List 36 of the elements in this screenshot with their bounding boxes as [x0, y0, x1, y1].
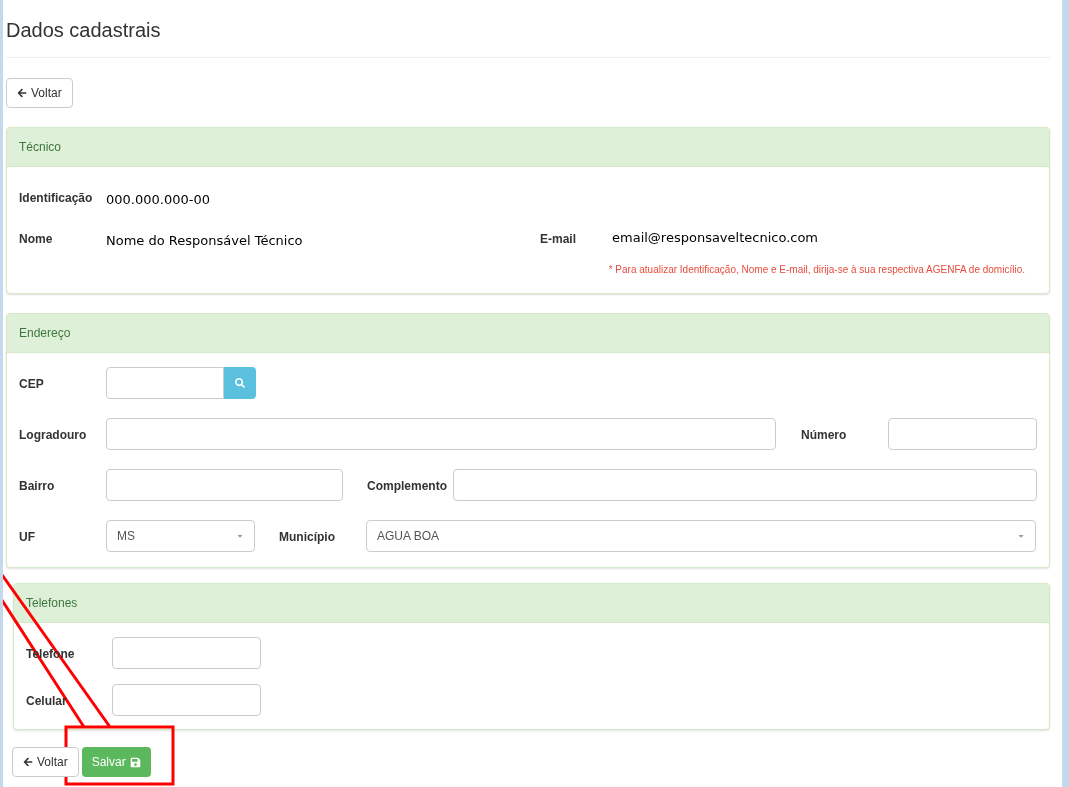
- field-value: Nome do Responsável Técnico: [106, 231, 304, 250]
- input-field[interactable]: [888, 418, 1037, 450]
- field-label: Nome: [19, 230, 54, 248]
- input-field[interactable]: [106, 469, 343, 501]
- panel-title: Técnico: [19, 139, 62, 156]
- back-button[interactable]: Voltar: [12, 747, 79, 777]
- field-label: Celular: [26, 693, 68, 710]
- field-label: Número: [801, 427, 848, 444]
- field-label: E-mail: [540, 230, 577, 248]
- back-button[interactable]: Voltar: [6, 78, 73, 108]
- field-value: 000.000.000-00: [106, 191, 210, 209]
- input-field[interactable]: [106, 418, 776, 450]
- page-title: Dados cadastrais: [6, 0, 1050, 58]
- search-button[interactable]: [224, 367, 256, 399]
- notice-text: * Para atualizar Identificação, Nome e E-mail, dirija-se à sua respectiva AGENFA de domicílio.: [608, 263, 1025, 277]
- cep-input[interactable]: [106, 367, 224, 399]
- field-value: email@responsaveltecnico.com: [612, 228, 819, 247]
- arrow-left-icon: [17, 88, 27, 98]
- field-label: Município: [279, 529, 336, 546]
- select-field[interactable]: MS: [106, 520, 255, 552]
- input-field[interactable]: [112, 684, 261, 716]
- panel-title: Endereço: [19, 325, 71, 342]
- field-label: Complemento: [367, 478, 448, 495]
- caret-icon: [236, 532, 244, 540]
- field-label: Bairro: [19, 478, 56, 495]
- caret-icon: [1017, 532, 1025, 540]
- field-label: CEP: [19, 376, 45, 393]
- input-field[interactable]: [453, 469, 1037, 501]
- select-field[interactable]: AGUA BOA: [366, 520, 1036, 552]
- field-label: Logradouro: [19, 427, 88, 444]
- field-label: Identificação: [19, 190, 94, 207]
- search-icon: [235, 378, 245, 388]
- arrow-left-icon: [23, 757, 33, 767]
- panel-title: Telefones: [26, 595, 78, 612]
- field-label: UF: [19, 529, 36, 546]
- input-field[interactable]: [112, 637, 261, 669]
